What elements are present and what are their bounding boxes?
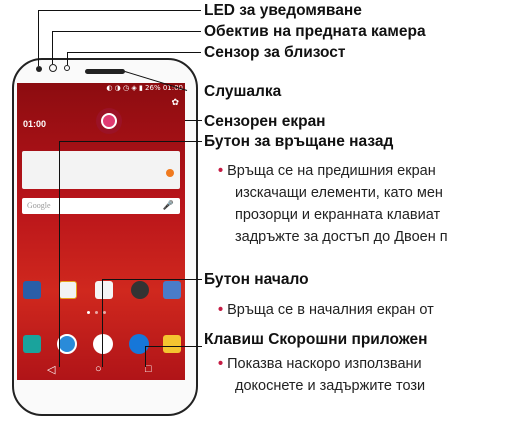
dock-contacts-icon[interactable] — [57, 334, 77, 354]
gear-icon[interactable]: ✿ — [171, 97, 179, 108]
leader-proximity-horizontal — [67, 52, 201, 53]
leader-proximity-vertical — [67, 52, 68, 65]
app-icon-camera[interactable] — [131, 281, 149, 299]
label-back-button: Бутон за връщане назад — [204, 133, 394, 150]
back-desc-line4: задръжте за достъп до Двоен п — [235, 229, 448, 245]
clock-text: 01:00 — [23, 119, 47, 129]
label-home-button: Бутон начало — [204, 271, 309, 288]
bullet-icon: • — [218, 356, 224, 372]
leader-recent-horizontal — [145, 346, 202, 347]
leader-led-vertical — [38, 10, 39, 66]
label-proximity: Сензор за близост — [204, 44, 346, 61]
leader-led-horizontal — [38, 10, 201, 11]
earpiece-slot — [85, 69, 125, 74]
status-icons: ◐ ◑ ◷ ◈ ▮ — [106, 84, 146, 92]
dock-phone-icon[interactable] — [23, 335, 41, 353]
dock-browser-icon[interactable] — [129, 334, 149, 354]
mic-icon[interactable]: 🎤 — [163, 200, 174, 211]
label-touchscreen: Сензорен екран — [204, 113, 326, 130]
recent-desc-line1: • Показва наскоро използвани — [218, 356, 422, 372]
home-desc-line1: • Връща се в началния екран от — [218, 302, 434, 318]
leader-home-vertical — [102, 279, 103, 367]
label-earpiece: Слушалка — [204, 83, 282, 100]
app-icon-play-store[interactable] — [95, 281, 113, 299]
back-desc-line1: • Връща се на предишния екран — [218, 163, 436, 179]
label-led: LED за уведомяване — [204, 2, 362, 19]
led-indicator — [36, 66, 42, 72]
app-icon-email[interactable] — [59, 281, 77, 299]
leader-camera-vertical — [52, 31, 53, 64]
camera-shutter-icon[interactable] — [101, 113, 117, 129]
home-nav-icon[interactable]: ○ — [95, 363, 102, 375]
back-nav-icon[interactable]: ◁ — [47, 363, 55, 376]
app-icon-settings[interactable] — [163, 281, 181, 299]
touchscreen[interactable]: ◐ ◑ ◷ ◈ ▮ 26% 01:00 ✿ 01:00 Google 🎤 ◁ ○… — [17, 83, 185, 380]
front-camera-lens — [49, 64, 57, 72]
leader-touchscreen — [185, 120, 202, 121]
back-desc-line2: изскачащи елементи, като мен — [235, 185, 443, 201]
leader-camera-horizontal — [52, 31, 201, 32]
dock-apps-icon[interactable] — [93, 334, 113, 354]
leader-back-horizontal — [59, 141, 202, 142]
badge-icon — [166, 169, 174, 177]
label-front-camera: Обектив на предната камера — [204, 23, 426, 40]
page-indicator — [87, 311, 115, 314]
recent-desc-line2: докоснете и задържите този — [235, 378, 426, 394]
search-bar[interactable]: Google 🎤 — [22, 198, 180, 214]
bullet-icon: • — [218, 302, 224, 318]
back-desc-line3: прозорци и екранната клавиат — [235, 207, 441, 223]
leader-home-horizontal — [102, 279, 202, 280]
dock-messages-icon[interactable] — [163, 335, 181, 353]
proximity-sensor — [64, 65, 70, 71]
label-recent-apps: Клавиш Скорошни приложен — [204, 331, 428, 348]
leader-recent-vertical — [145, 346, 146, 367]
notification-card[interactable] — [22, 151, 180, 189]
app-icon-folder[interactable] — [23, 281, 41, 299]
leader-back-vertical — [59, 141, 60, 367]
search-placeholder: Google — [27, 201, 51, 210]
bullet-icon: • — [218, 163, 224, 179]
